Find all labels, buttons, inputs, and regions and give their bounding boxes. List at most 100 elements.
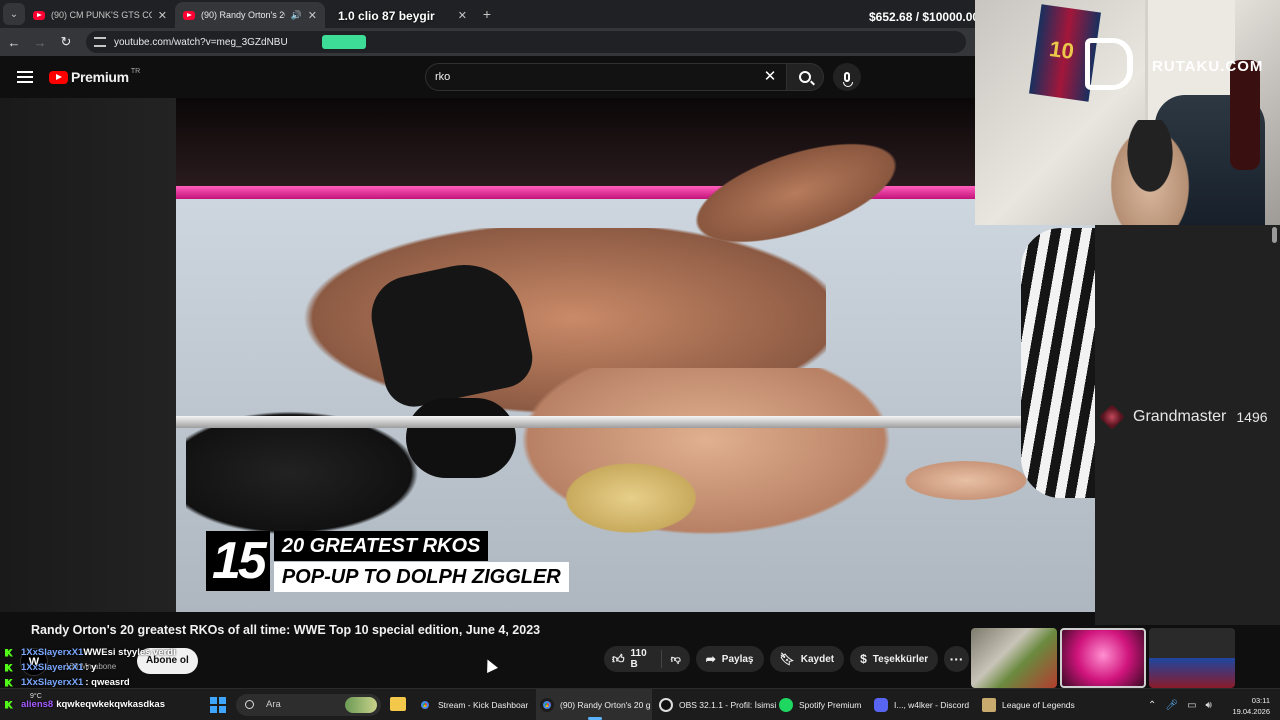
microphone-arm [1230, 60, 1260, 170]
youtube-favicon-icon [183, 10, 195, 20]
search-icon [799, 71, 811, 83]
reload-icon[interactable]: ↻ [54, 30, 78, 54]
close-tab-icon[interactable]: ✕ [308, 9, 317, 22]
clio-overlay-text: 1.0 clio 87 beygir [338, 9, 435, 23]
taskbar-search-input[interactable]: Ara [236, 694, 381, 716]
country-code: TR [130, 67, 141, 75]
more-actions-button[interactable]: ··· [944, 646, 969, 672]
taskbar-app-label: I..., w4lker - Discord [894, 700, 970, 710]
obs-icon [659, 698, 673, 712]
dislike-button[interactable]: 👎︎ [662, 650, 690, 668]
save-button[interactable]: 🔖︎ Kaydet [769, 646, 845, 672]
like-button[interactable]: 👍︎ 110 B [604, 648, 662, 670]
search-placeholder: Ara [266, 699, 281, 710]
menu-hamburger-icon[interactable] [17, 71, 33, 83]
share-button[interactable]: ➦ Paylaş [695, 646, 764, 672]
chat-text: kqwkeqwkekqwkasdkas [56, 699, 166, 710]
like-dislike-group: 👍︎ 110 B 👎︎ [604, 646, 690, 672]
forward-arrow-icon[interactable]: → [28, 30, 52, 54]
chrome-icon [418, 698, 432, 712]
site-settings-icon[interactable] [94, 37, 106, 47]
chat-text: : qweasrd [85, 677, 130, 688]
url-text: youtube.com/watch?v=meg_3GZdNBU [114, 36, 288, 48]
search-input[interactable]: rko [425, 63, 788, 91]
url-field[interactable]: youtube.com/watch?v=meg_3GZdNBU [86, 31, 966, 53]
youtube-logo[interactable]: Premium TR [49, 67, 141, 85]
search-button[interactable] [786, 63, 824, 91]
youtube-header: Premium TR rko ✕ [0, 56, 975, 98]
kick-icon [5, 678, 13, 687]
voice-search-button[interactable] [833, 63, 861, 91]
league-of-legends-icon [982, 698, 996, 712]
rutaku-logo-icon [1085, 38, 1133, 90]
taskbar-app-discord[interactable]: I..., w4lker - Discord [874, 689, 970, 720]
chat-username: aliens8 [21, 699, 54, 710]
rank-overlay: Grandmaster 1496 [1099, 404, 1268, 430]
money-overlay-text: $652.68 / $10000.00 [869, 10, 980, 24]
back-arrow-icon[interactable]: ← [2, 30, 26, 54]
tab-title: (90) CM PUNK'S GTS COMPILATI [51, 10, 152, 20]
tab-cm-punk[interactable]: (90) CM PUNK'S GTS COMPILATI ✕ [25, 2, 175, 28]
related-video-thumbnail[interactable] [1060, 628, 1146, 688]
related-video-thumbnail[interactable] [971, 628, 1057, 688]
volume-icon[interactable]: 🔊︎ [1206, 700, 1212, 711]
thanks-button[interactable]: $ Teşekkürler [850, 646, 939, 672]
taskbar-app-obs[interactable]: OBS 32.1.1 - Profil: İsimsi [659, 689, 776, 720]
taskbar-app-youtube[interactable]: (90) Randy Orton's 20 g [536, 689, 652, 720]
network-icon[interactable]: ▭ [1187, 700, 1196, 711]
taskbar-app-label: Stream - Kick Dashboar [438, 700, 529, 710]
share-arrow-icon: ➦ [705, 652, 716, 666]
lower-third-line1: 20 GREATEST RKOS [273, 530, 489, 561]
kick-icon [5, 700, 13, 709]
taskbar-app-label: OBS 32.1.1 - Profil: İsimsi [679, 700, 777, 710]
rank-name: Grandmaster [1133, 408, 1227, 425]
wrestler-hand [896, 458, 1036, 503]
streamer-webcam: 10 RUTAKU.COM [975, 0, 1280, 225]
close-tab-icon[interactable]: ✕ [158, 9, 167, 22]
windows-taskbar: 9°C aliens8 kqwkeqwkekqwkasdkas Ara Stre… [0, 688, 1280, 720]
screen: ⌄ (90) CM PUNK'S GTS COMPILATI ✕ (90) Ra… [0, 0, 1280, 720]
thumbs-up-icon: 👍︎ [612, 651, 625, 666]
chat-message: aliens8 kqwkeqwkekqwkasdkas [0, 697, 165, 712]
close-tab-icon[interactable]: ✕ [458, 9, 467, 22]
wrestler-hair [556, 458, 706, 538]
kneepad [406, 398, 516, 478]
chat-username: 1XxSlayerxX1 [21, 677, 84, 688]
audio-icon[interactable]: 🔊 [291, 10, 302, 21]
browser-address-bar: ← → ↻ youtube.com/watch?v=meg_3GZdNBU [0, 28, 975, 56]
lower-third-graphic: 15 20 GREATEST RKOS POP-UP TO DOLPH ZIGG… [206, 530, 569, 592]
date: 19.04.2026 [1232, 707, 1270, 716]
bookmark-icon: 🔖︎ [779, 652, 795, 666]
share-label: Paylaş [721, 653, 754, 665]
youtube-play-logo-icon [49, 70, 68, 84]
rank-points: 1496 [1236, 409, 1268, 425]
chat-username: 1XxSlayerxX1 [21, 662, 84, 673]
green-highlight [322, 35, 366, 49]
file-explorer-icon[interactable] [390, 697, 406, 711]
pink-ring-rope [176, 186, 1095, 199]
video-player[interactable]: 15 20 GREATEST RKOS POP-UP TO DOLPH ZIGG… [0, 98, 1095, 612]
related-video-thumbnail[interactable] [1149, 628, 1235, 688]
system-tray: ⌃ 🎤︎ ▭ 🔊︎ [1148, 689, 1221, 720]
video-frame[interactable]: 15 20 GREATEST RKOS POP-UP TO DOLPH ZIGG… [176, 98, 1095, 612]
scrollbar-thumb[interactable] [1272, 227, 1277, 243]
taskbar-app-league[interactable]: League of Legends [982, 689, 1077, 720]
tab-title: (90) Randy Orton's 20 greate [201, 10, 285, 20]
microphone-tray-icon[interactable]: 🎤︎ [1165, 700, 1178, 711]
chevron-up-icon[interactable]: ⌃ [1148, 700, 1156, 711]
tab-search-button[interactable]: ⌄ [3, 3, 25, 25]
new-tab-plus-icon[interactable]: + [475, 6, 499, 22]
browser-tab-bar: ⌄ (90) CM PUNK'S GTS COMPILATI ✕ (90) Ra… [0, 0, 975, 28]
windows-start-icon[interactable] [210, 697, 226, 713]
kick-icon [5, 663, 13, 672]
taskbar-clock[interactable]: 03:11 19.04.2026 [1226, 695, 1270, 717]
tab-randy-orton[interactable]: (90) Randy Orton's 20 greate 🔊 ✕ [175, 2, 325, 28]
taskbar-app-kick[interactable]: Stream - Kick Dashboar [418, 689, 530, 720]
taskbar-app-spotify[interactable]: Spotify Premium [779, 689, 867, 720]
clear-search-icon[interactable]: ✕ [760, 67, 780, 87]
chat-username: 1XxSlayerxX1 [21, 647, 84, 658]
thumbs-down-icon: 👎︎ [670, 654, 681, 665]
like-count: 110 B [630, 648, 647, 670]
microphone-icon [843, 72, 853, 87]
logo-word: Premium [71, 69, 129, 85]
